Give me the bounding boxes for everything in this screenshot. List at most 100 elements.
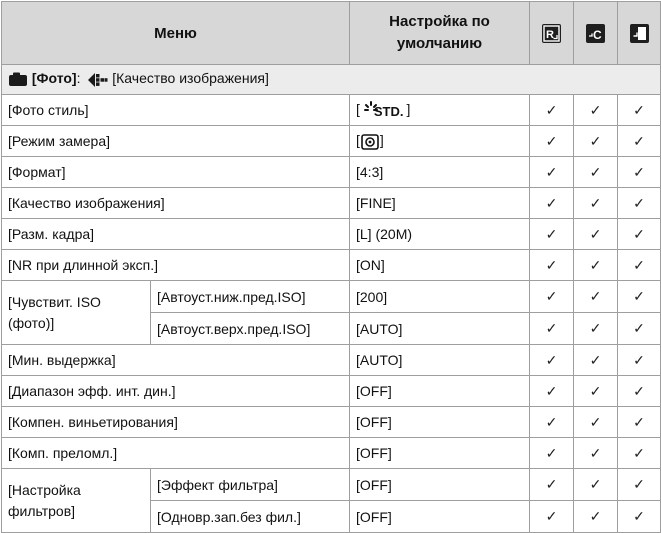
bracket-close: ] — [379, 132, 384, 149]
table-row: [NR при длинной эксп.] [ON] ✓ ✓ ✓ — [1, 249, 661, 281]
check-restore: ✓ — [617, 344, 661, 376]
row-name: [Мин. выдержка] — [1, 344, 350, 376]
check-restore: ✓ — [617, 437, 661, 469]
row-default-value: [FINE] — [349, 187, 530, 219]
settings-table: Меню Настройка по умолчанию R C [Фото]: … — [1, 1, 661, 533]
section-header-row: [Фото]: [Качество изображения] — [1, 64, 661, 95]
row-name: [Фото стиль] — [1, 94, 350, 126]
row-group-name: [Настройка фильтров] — [1, 468, 151, 533]
check-r: ✓ — [529, 344, 574, 376]
check-c: ✓ — [573, 94, 618, 126]
bracket-open: [ — [356, 132, 360, 149]
group-name-line1: [Настройка — [8, 481, 81, 498]
table-row: [Фото стиль] [STD.] ✓ ✓ ✓ — [1, 94, 661, 126]
photo-style-standard-icon: STD. — [363, 100, 404, 118]
check-r: ✓ — [529, 187, 574, 219]
group-name-line2: фильтров] — [8, 502, 76, 519]
row-name: [Комп. преломл.] — [1, 437, 350, 469]
row-default-value: [4:3] — [349, 156, 530, 188]
table-row: [Формат] [4:3] ✓ ✓ ✓ — [1, 156, 661, 188]
camera-icon — [9, 72, 27, 87]
row-name: [NR при длинной эксп.] — [1, 249, 350, 281]
default-column-header: Настройка по умолчанию — [349, 1, 530, 65]
group-name-line1: [Чувствит. ISO — [8, 293, 101, 310]
table-row: [Режим замера] [] ✓ ✓ ✓ — [1, 125, 661, 157]
row-default-value: [OFF] — [349, 468, 530, 501]
row-subname: [Автоуст.ниж.пред.ISO] — [150, 280, 350, 313]
row-subname: [Одновр.зап.без фил.] — [150, 500, 350, 533]
reset-c-column-header: C — [573, 1, 618, 65]
section-header-cell: [Фото]: [Качество изображения] — [1, 64, 661, 95]
multi-metering-icon — [361, 133, 379, 150]
check-r: ✓ — [529, 218, 574, 250]
row-name: [Диапазон эфф. инт. дин.] — [1, 375, 350, 407]
bracket-open: [ — [356, 100, 360, 117]
row-name: [Разм. кадра] — [1, 218, 350, 250]
check-restore: ✓ — [617, 468, 661, 501]
std-text: STD. — [373, 104, 404, 120]
row-default-value: [ON] — [349, 249, 530, 281]
row-subname: [Автоуст.верх.пред.ISO] — [150, 312, 350, 345]
check-restore: ✓ — [617, 125, 661, 157]
table-row: [Комп. преломл.] [OFF] ✓ ✓ ✓ — [1, 437, 661, 469]
reset-r-column-header: R — [529, 1, 574, 65]
svg-text:R: R — [546, 29, 554, 41]
row-default-value: [] — [349, 125, 530, 157]
row-name: [Режим замера] — [1, 125, 350, 157]
check-c: ✓ — [573, 406, 618, 438]
table-row: [Качество изображения] [FINE] ✓ ✓ ✓ — [1, 187, 661, 219]
check-r: ✓ — [529, 125, 574, 157]
check-c: ✓ — [573, 468, 618, 501]
row-default-value: [OFF] — [349, 500, 530, 533]
table-row: [Диапазон эфф. инт. дин.] [OFF] ✓ ✓ ✓ — [1, 375, 661, 407]
reset-R-icon: R — [542, 23, 561, 43]
default-header-line2: умолчанию — [396, 35, 483, 52]
table-row: [Чувствит. ISO (фото)] [Автоуст.ниж.пред… — [1, 280, 661, 345]
row-default-value: [AUTO] — [349, 312, 530, 345]
check-r: ✓ — [529, 437, 574, 469]
check-c: ✓ — [573, 249, 618, 281]
svg-text:C: C — [593, 28, 602, 42]
image-quality-menu-icon — [88, 72, 108, 87]
check-r: ✓ — [529, 94, 574, 126]
default-header-line1: Настройка по — [389, 13, 490, 30]
check-c: ✓ — [573, 280, 618, 313]
check-restore: ✓ — [617, 156, 661, 188]
reset-restore-column-header — [617, 1, 661, 65]
section-photo-label: [Фото] — [31, 70, 77, 87]
check-r: ✓ — [529, 156, 574, 188]
check-r: ✓ — [529, 249, 574, 281]
row-default-value: [200] — [349, 280, 530, 313]
check-r: ✓ — [529, 375, 574, 407]
row-default-value: [OFF] — [349, 406, 530, 438]
check-c: ✓ — [573, 312, 618, 345]
table-row: [Мин. выдержка] [AUTO] ✓ ✓ ✓ — [1, 344, 661, 376]
check-c: ✓ — [573, 437, 618, 469]
check-restore: ✓ — [617, 218, 661, 250]
group-name-line2: (фото)] — [8, 314, 55, 331]
check-c: ✓ — [573, 500, 618, 533]
check-r: ✓ — [529, 280, 574, 313]
bracket-close: ] — [406, 100, 411, 117]
check-restore: ✓ — [617, 406, 661, 438]
table-row: [Настройка фильтров] [Эффект фильтра] [O… — [1, 468, 661, 533]
check-r: ✓ — [529, 406, 574, 438]
row-default-value: [L] (20M) — [349, 218, 530, 250]
section-separator: : — [76, 70, 81, 87]
check-restore: ✓ — [617, 187, 661, 219]
check-restore: ✓ — [617, 249, 661, 281]
row-name: [Качество изображения] — [1, 187, 350, 219]
row-subname: [Эффект фильтра] — [150, 468, 350, 501]
table-row: [Компен. виньетирования] [OFF] ✓ ✓ ✓ — [1, 406, 661, 438]
header-row: Меню Настройка по умолчанию R C — [1, 1, 661, 65]
check-c: ✓ — [573, 187, 618, 219]
check-r: ✓ — [529, 468, 574, 501]
check-c: ✓ — [573, 344, 618, 376]
row-default-value: [ STD.] — [349, 94, 530, 126]
check-c: ✓ — [573, 218, 618, 250]
check-c: ✓ — [573, 156, 618, 188]
table-row: [Разм. кадра] [L] (20M) ✓ ✓ ✓ — [1, 218, 661, 250]
row-default-value: [OFF] — [349, 375, 530, 407]
row-default-value: [AUTO] — [349, 344, 530, 376]
check-c: ✓ — [573, 125, 618, 157]
